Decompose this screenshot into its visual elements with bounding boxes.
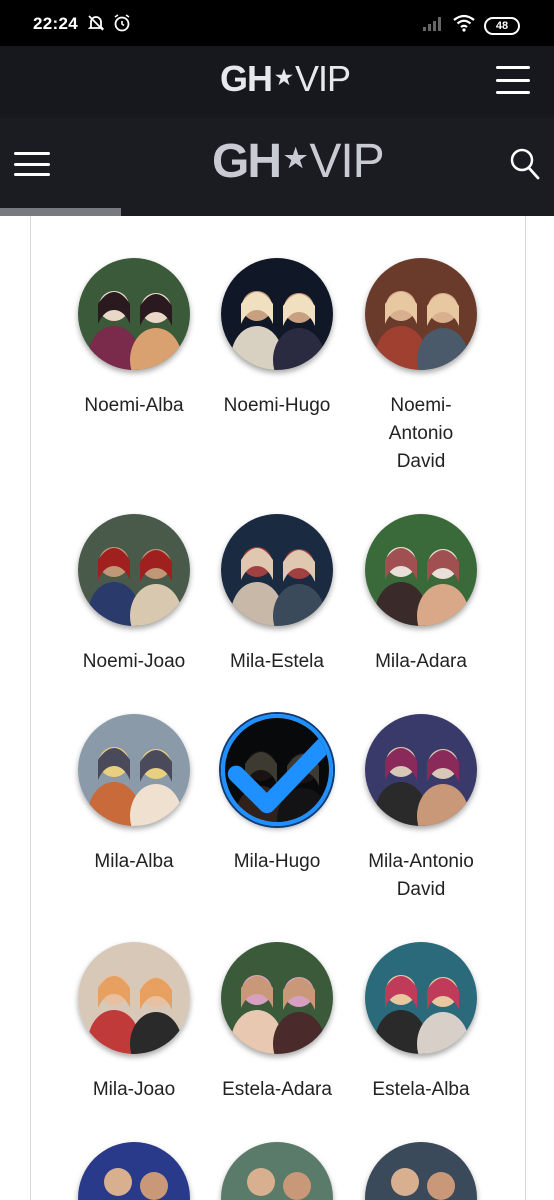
logo-gh: GH xyxy=(220,58,273,99)
couple-label[interactable]: Estela-Alba xyxy=(346,1076,496,1104)
menu-line xyxy=(496,78,530,82)
couple-label[interactable]: Mila-Antonio David xyxy=(346,848,496,904)
couple-photo xyxy=(78,258,190,370)
signal-icon xyxy=(422,15,444,36)
nav-menu-button[interactable] xyxy=(14,152,50,176)
status-left-icons xyxy=(86,13,132,38)
couple-photo xyxy=(365,714,477,826)
couple-label-line: David xyxy=(396,879,446,900)
alarm-icon xyxy=(112,13,132,38)
couple-avatar[interactable] xyxy=(221,258,333,370)
couple-label-line: Noemi- xyxy=(390,395,452,416)
couple-avatar[interactable] xyxy=(221,714,333,826)
couples-panel: Noemi-Alba Noemi-Hugo Noemi- Antonio David No… xyxy=(30,216,526,1200)
couple-photo xyxy=(365,942,477,1054)
couple-avatar[interactable] xyxy=(78,942,190,1054)
menu-line xyxy=(496,91,530,94)
logo-star-icon: ★ xyxy=(275,66,293,89)
couple-avatar[interactable] xyxy=(221,942,333,1054)
couple-photo xyxy=(221,258,333,370)
couple-photo xyxy=(365,514,477,626)
couple-label[interactable]: Mila-Estela xyxy=(202,648,352,676)
scroll-progress-bar xyxy=(0,208,121,216)
site-logo-small[interactable]: GH ★ VIP xyxy=(220,58,351,100)
couple-photo xyxy=(78,514,190,626)
status-right-icons: 48 xyxy=(422,14,520,37)
status-bar: 22:24 48 xyxy=(0,0,554,46)
couple-label[interactable]: Noemi-Hugo xyxy=(202,392,352,420)
couple-photo xyxy=(221,514,333,626)
couple-avatar[interactable] xyxy=(365,942,477,1054)
search-icon[interactable] xyxy=(510,148,540,180)
couple-avatar[interactable] xyxy=(78,514,190,626)
checkmark-icon xyxy=(225,718,329,822)
menu-line xyxy=(14,152,50,155)
status-time: 22:24 xyxy=(33,14,78,33)
logo-vip: VIP xyxy=(309,135,384,188)
couple-label[interactable]: Mila-Alba xyxy=(59,848,209,876)
couple-label[interactable]: Noemi-Alba xyxy=(59,392,209,420)
couple-label[interactable]: Noemi- Antonio David xyxy=(346,392,496,476)
menu-line xyxy=(14,162,50,166)
couple-avatar[interactable] xyxy=(365,514,477,626)
couple-label[interactable]: Mila-Adara xyxy=(346,648,496,676)
couple-avatar-partial[interactable] xyxy=(365,1142,477,1200)
couple-photo xyxy=(221,942,333,1054)
couple-label[interactable]: Mila-Joao xyxy=(59,1076,209,1104)
couple-label[interactable]: Mila-Hugo xyxy=(202,848,352,876)
logo-gh: GH xyxy=(212,135,282,188)
site-logo-main[interactable]: GH ★ VIP xyxy=(212,134,385,189)
couple-label[interactable]: Noemi-Joao xyxy=(59,648,209,676)
couple-avatar[interactable] xyxy=(365,714,477,826)
couple-label-line: Antonio xyxy=(388,423,454,444)
couple-label-line: Mila-Antonio xyxy=(368,851,474,872)
logo-star-icon: ★ xyxy=(284,143,307,173)
wifi-icon xyxy=(452,14,476,37)
couple-photo xyxy=(78,714,190,826)
battery-icon: 48 xyxy=(484,16,520,35)
top-menu-button[interactable] xyxy=(496,66,530,94)
couple-label[interactable]: Estela-Adara xyxy=(202,1076,352,1104)
couple-avatar-partial[interactable] xyxy=(221,1142,333,1200)
couple-avatar[interactable] xyxy=(221,514,333,626)
couple-photo xyxy=(78,942,190,1054)
menu-line xyxy=(496,66,530,69)
couple-label-line: David xyxy=(396,451,446,472)
couple-avatar-partial[interactable] xyxy=(78,1142,190,1200)
menu-line xyxy=(14,173,50,176)
bell-off-icon xyxy=(86,13,106,38)
couple-photo xyxy=(365,258,477,370)
couple-avatar[interactable] xyxy=(78,714,190,826)
couple-avatar[interactable] xyxy=(78,258,190,370)
logo-vip: VIP xyxy=(294,58,351,99)
couple-avatar[interactable] xyxy=(365,258,477,370)
